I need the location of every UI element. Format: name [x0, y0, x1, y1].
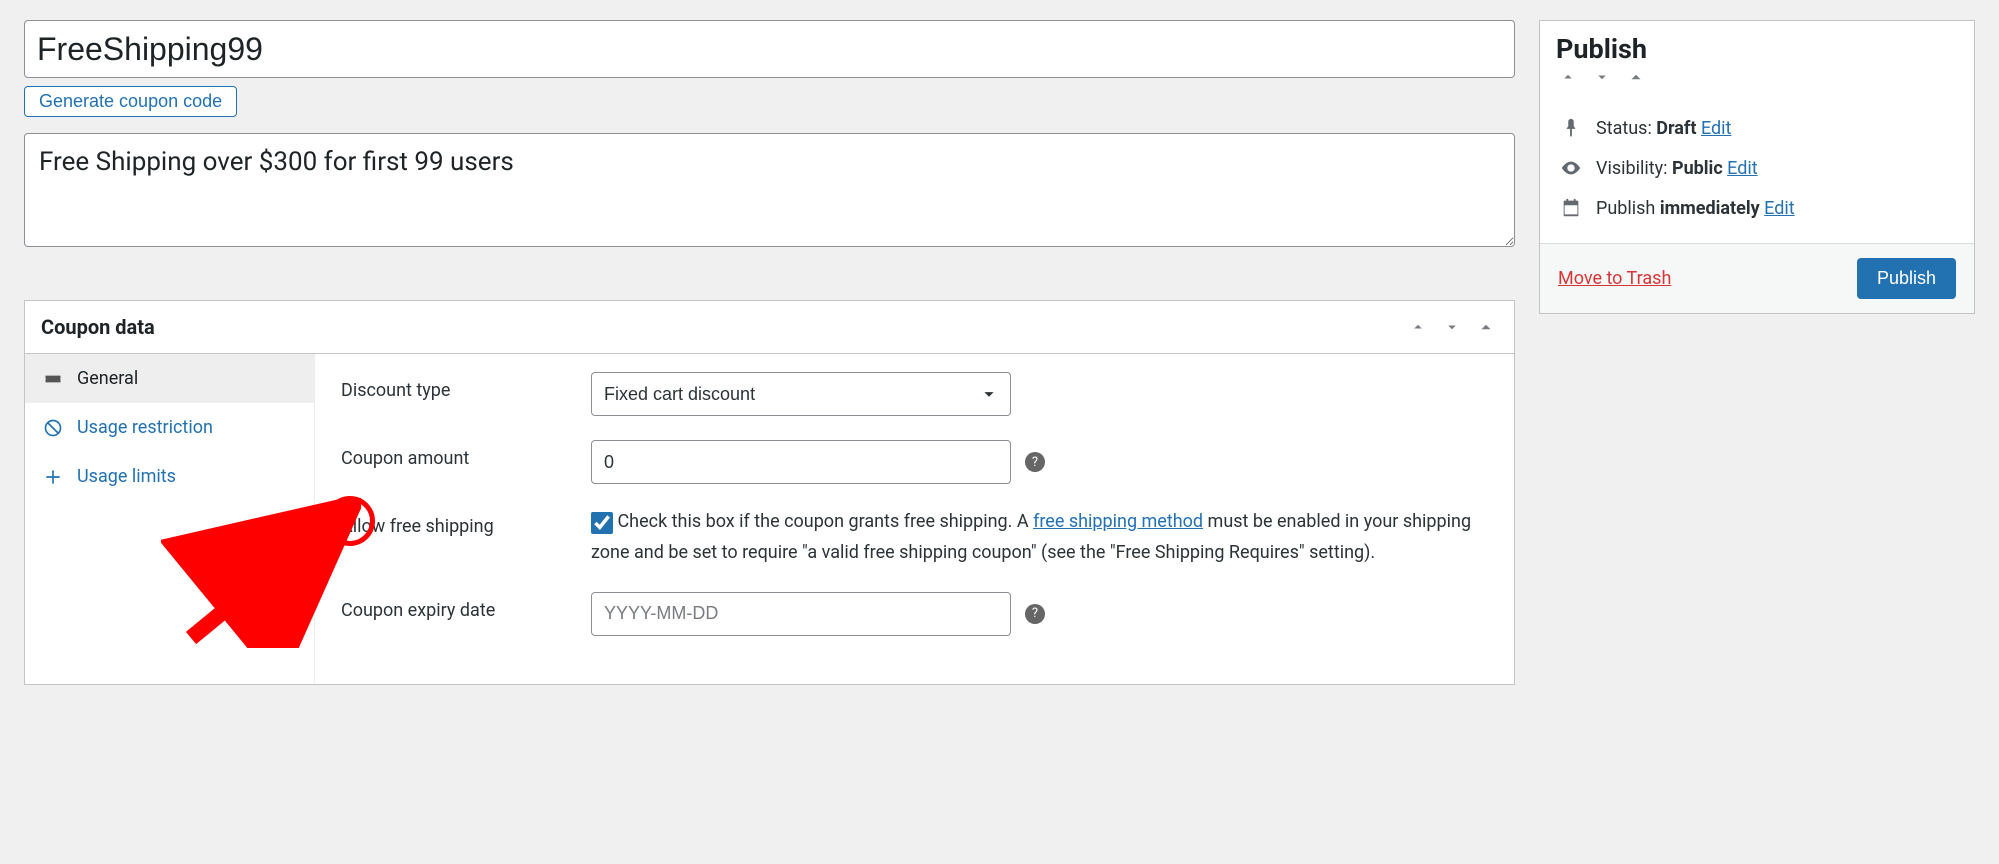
- discount-type-label: Discount type: [341, 372, 571, 401]
- panel-collapse-icon[interactable]: [1474, 315, 1498, 339]
- panel-move-down-icon[interactable]: [1590, 65, 1614, 89]
- coupon-amount-label: Coupon amount: [341, 440, 571, 469]
- publish-panel: Publish: [1539, 20, 1975, 314]
- tab-general[interactable]: General: [25, 354, 314, 403]
- discount-type-select[interactable]: Fixed cart discount: [591, 372, 1011, 416]
- calendar-icon: [1560, 197, 1582, 219]
- status-line: Status: Draft Edit: [1596, 118, 1731, 139]
- eye-icon: [1560, 157, 1582, 179]
- help-icon[interactable]: ?: [1025, 452, 1045, 472]
- tab-usage-restriction[interactable]: Usage restriction: [25, 403, 314, 452]
- allow-free-shipping-label: Allow free shipping: [341, 508, 571, 537]
- coupon-amount-input[interactable]: [591, 440, 1011, 484]
- tab-label: Usage limits: [77, 466, 176, 487]
- no-entry-icon: [43, 418, 63, 438]
- tab-label: Usage restriction: [77, 417, 213, 438]
- tab-usage-limits[interactable]: Usage limits: [25, 452, 314, 501]
- coupon-expiry-input[interactable]: [591, 592, 1011, 636]
- free-shipping-method-link[interactable]: free shipping method: [1033, 511, 1203, 532]
- panel-move-up-icon[interactable]: [1556, 65, 1580, 89]
- edit-visibility-link[interactable]: Edit: [1727, 158, 1757, 179]
- allow-free-shipping-help: Check this box if the coupon grants free…: [591, 511, 1471, 563]
- panel-move-down-icon[interactable]: [1440, 315, 1464, 339]
- schedule-line: Publish immediately Edit: [1596, 198, 1795, 219]
- pin-icon: [1560, 117, 1582, 139]
- panel-collapse-icon[interactable]: [1624, 65, 1648, 89]
- allow-free-shipping-checkbox[interactable]: [591, 512, 613, 534]
- panel-move-up-icon[interactable]: [1406, 315, 1430, 339]
- expand-icon: [43, 467, 63, 487]
- coupon-data-panel: Coupon data: [24, 300, 1515, 685]
- edit-status-link[interactable]: Edit: [1701, 118, 1731, 139]
- visibility-line: Visibility: Public Edit: [1596, 158, 1758, 179]
- coupon-data-title: Coupon data: [41, 315, 155, 339]
- move-to-trash-link[interactable]: Move to Trash: [1558, 268, 1671, 289]
- publish-button[interactable]: Publish: [1857, 258, 1956, 299]
- publish-title: Publish: [1556, 33, 1958, 65]
- generate-coupon-button[interactable]: Generate coupon code: [24, 86, 237, 117]
- help-icon[interactable]: ?: [1025, 604, 1045, 624]
- coupon-description-textarea[interactable]: Free Shipping over $300 for first 99 use…: [24, 133, 1515, 247]
- edit-schedule-link[interactable]: Edit: [1764, 198, 1794, 219]
- coupon-code-input[interactable]: [24, 20, 1515, 78]
- tab-label: General: [77, 368, 138, 389]
- coupon-expiry-label: Coupon expiry date: [341, 592, 571, 621]
- ticket-icon: [43, 369, 63, 389]
